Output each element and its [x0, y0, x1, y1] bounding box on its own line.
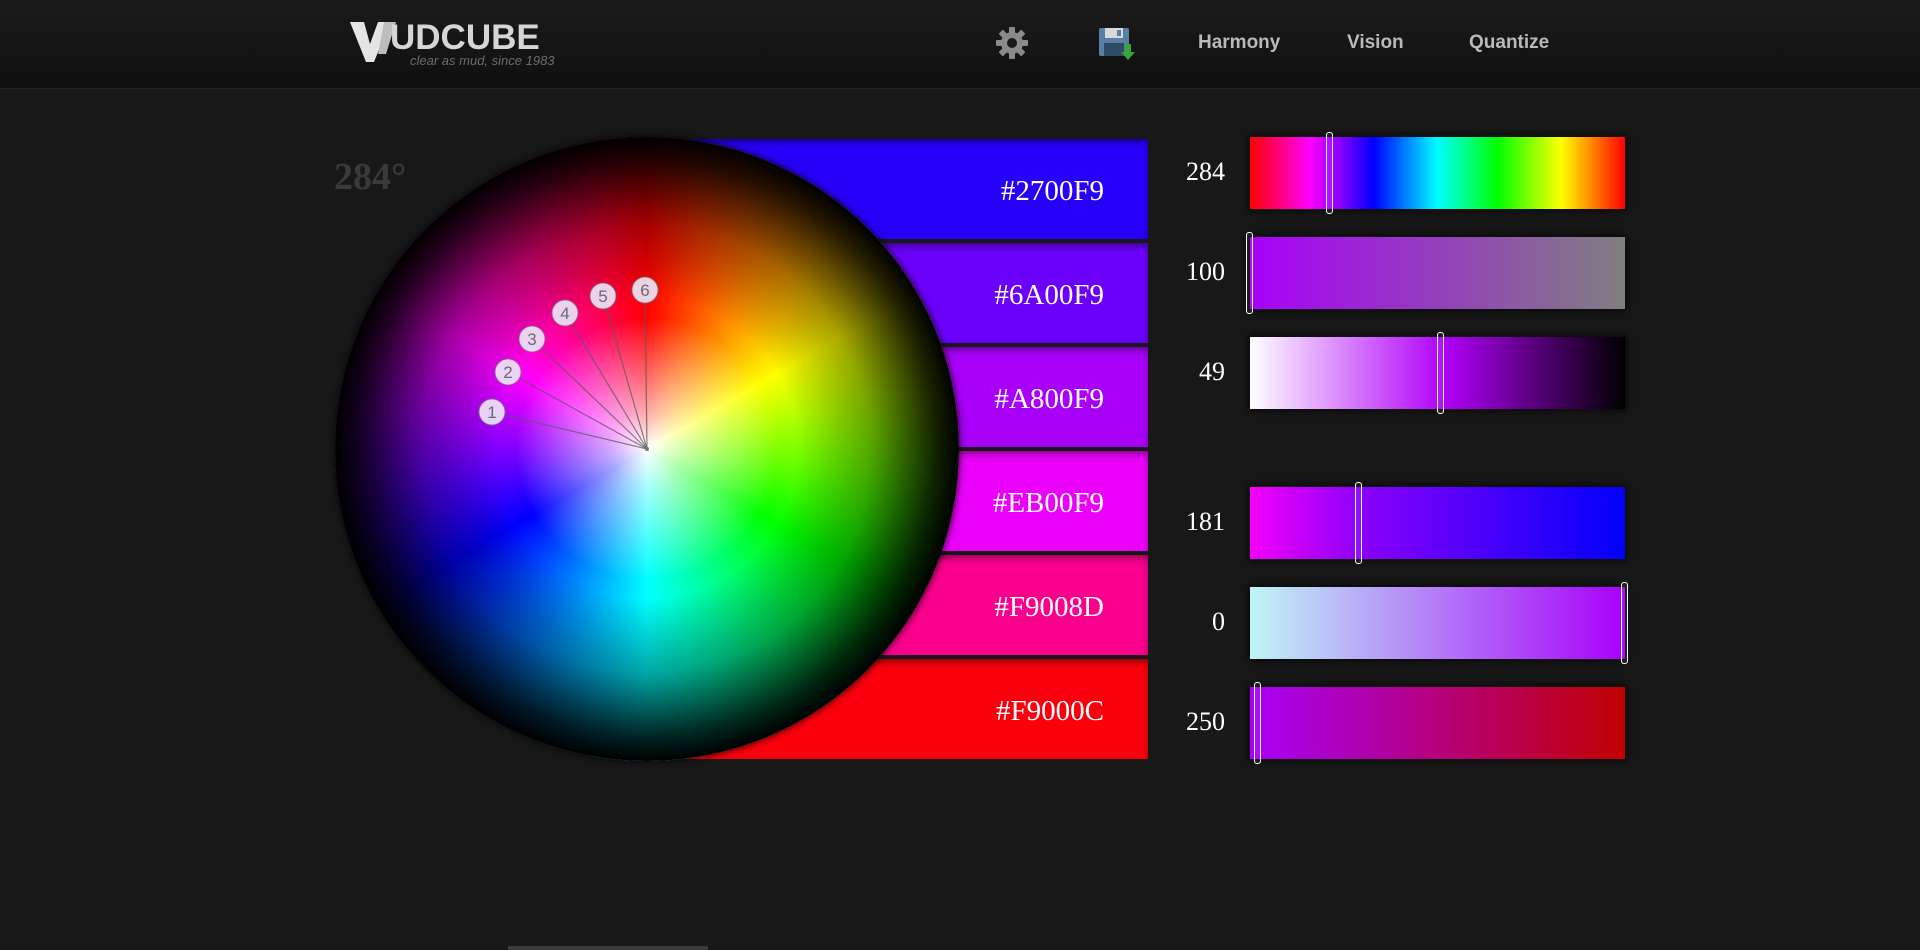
harmony-point-5[interactable]: 5: [589, 282, 617, 310]
slider-thumb[interactable]: [1354, 482, 1362, 564]
harmony-point-4[interactable]: 4: [551, 299, 579, 327]
spread-slider[interactable]: [1249, 482, 1626, 564]
harmony-point-6[interactable]: 6: [631, 276, 659, 304]
saturation-slider[interactable]: [1246, 232, 1626, 314]
slider-value-3: 49: [1199, 357, 1225, 386]
swatch-hex: #6A00F9: [994, 279, 1104, 311]
harmony-point-1[interactable]: 1: [478, 398, 506, 426]
swatch-hex: #F9008D: [994, 591, 1104, 623]
harmony-points: 12345 6: [478, 276, 659, 451]
logo-tagline: clear as mud, since 1983: [410, 53, 555, 68]
slider-thumb[interactable]: [1437, 332, 1445, 414]
harmony-point-2[interactable]: 2: [494, 358, 522, 386]
logo-wordmark: UDCUBE: [390, 18, 540, 57]
nav-harmony[interactable]: Harmony: [1198, 32, 1280, 54]
save-icon[interactable]: [1097, 24, 1135, 62]
nav-vision[interactable]: Vision: [1347, 32, 1404, 54]
slider-value-1: 284: [1186, 157, 1225, 186]
bottom-scroll-indicator: [508, 946, 708, 950]
swatch-hex: #F9000C: [996, 695, 1104, 727]
harmony-point-3[interactable]: 3: [518, 325, 546, 353]
shift-slider[interactable]: [1249, 682, 1626, 764]
slider-thumb[interactable]: [1253, 682, 1261, 764]
harmony-point-label: 4: [560, 304, 569, 323]
top-bar: UDCUBE clear as mud, since 1983 Harmony …: [0, 0, 1920, 89]
hue-angle-label: 284°: [334, 156, 407, 198]
slider-thumb[interactable]: [1326, 132, 1334, 214]
slider-value-6: 250: [1186, 707, 1225, 736]
slider-value-2: 100: [1186, 257, 1225, 286]
harmony-point-label: 6: [640, 281, 649, 300]
hue-slider[interactable]: [1249, 132, 1626, 214]
nav-quantize[interactable]: Quantize: [1469, 32, 1549, 54]
slider-value-5: 0: [1212, 607, 1225, 636]
harmony-point-label: 2: [503, 363, 512, 382]
slider-thumb[interactable]: [1621, 582, 1628, 664]
logo[interactable]: UDCUBE clear as mud, since 1983: [350, 18, 580, 70]
swatch-hex: #2700F9: [1000, 175, 1104, 207]
harmony-point-label: 3: [527, 330, 536, 349]
gear-icon[interactable]: [993, 24, 1031, 62]
lightness-slider[interactable]: [1249, 332, 1626, 414]
harmony-point-label: 1: [487, 403, 496, 422]
swatch-hex: #EB00F9: [992, 487, 1104, 519]
slider-value-4: 181: [1186, 507, 1225, 536]
tint-slider[interactable]: [1249, 582, 1628, 664]
harmony-point-label: 5: [598, 287, 607, 306]
slider-thumb[interactable]: [1246, 232, 1253, 314]
swatch-hex: #A800F9: [994, 383, 1104, 415]
